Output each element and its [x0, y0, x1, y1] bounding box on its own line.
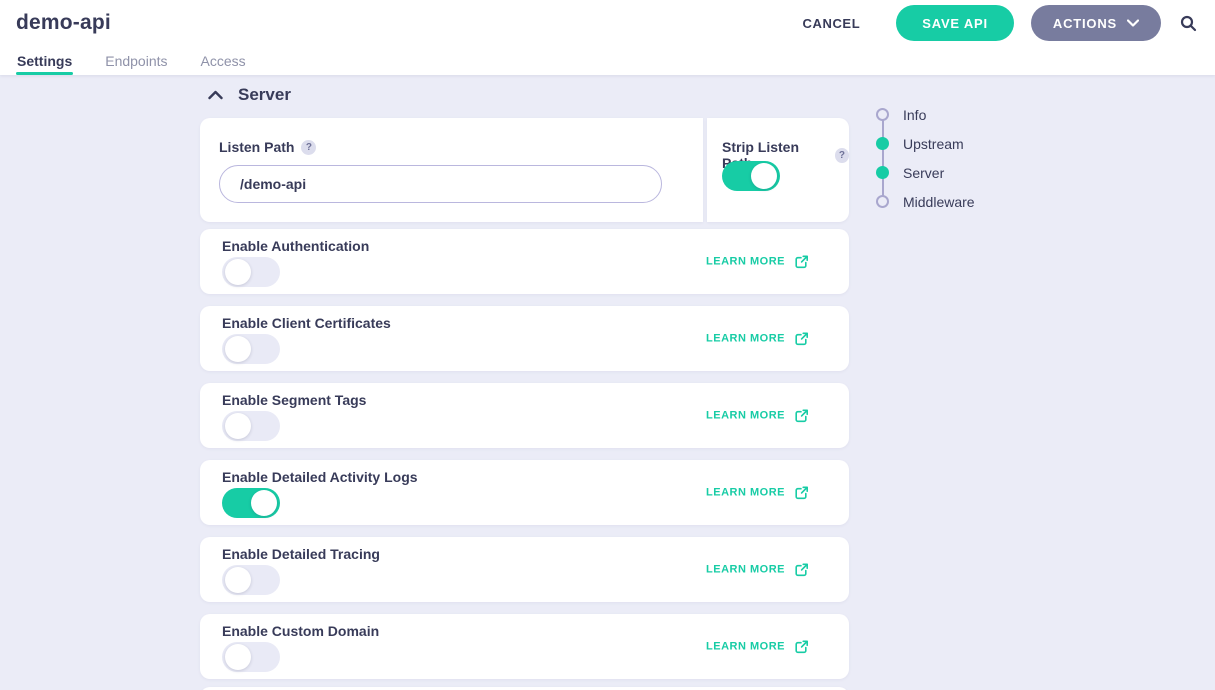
- toggle-switch-2[interactable]: [222, 411, 280, 441]
- stepper-item-upstream[interactable]: Upstream: [876, 129, 1056, 158]
- stepper-dot-icon: [876, 137, 889, 150]
- toggle-knob: [225, 336, 251, 362]
- cancel-button[interactable]: CANCEL: [802, 16, 860, 31]
- toggle-row: Enable Custom Domain LEARN MORE: [200, 614, 849, 679]
- toggle-row: Enable Segment Tags LEARN MORE: [200, 383, 849, 448]
- learn-more-link[interactable]: LEARN MORE: [706, 254, 809, 269]
- active-tab-underline: [16, 72, 73, 75]
- learn-more-link[interactable]: LEARN MORE: [706, 408, 809, 423]
- toggle-knob: [251, 490, 277, 516]
- question-mark-icon[interactable]: ?: [835, 148, 849, 163]
- header: demo-api CANCEL SAVE API ACTIONS: [0, 0, 1215, 46]
- external-link-icon: [794, 485, 809, 500]
- learn-more-label: LEARN MORE: [706, 487, 785, 499]
- stepper-item-label: Server: [903, 165, 944, 181]
- toggle-row-label: Enable Detailed Tracing: [222, 546, 380, 562]
- toggle-knob: [225, 644, 251, 670]
- external-link-icon: [794, 254, 809, 269]
- learn-more-link[interactable]: LEARN MORE: [706, 485, 809, 500]
- external-link-icon: [794, 408, 809, 423]
- stepper-item-label: Info: [903, 107, 926, 123]
- section-title: Server: [238, 85, 291, 105]
- toggle-row-label: Enable Client Certificates: [222, 315, 391, 331]
- toggle-row-label: Enable Custom Domain: [222, 623, 379, 639]
- listen-path-label-text: Listen Path: [219, 139, 294, 155]
- learn-more-label: LEARN MORE: [706, 641, 785, 653]
- toggle-knob: [225, 413, 251, 439]
- listen-path-card: Listen Path ? Strip Listen Path ?: [200, 118, 849, 222]
- search-button[interactable]: [1180, 15, 1197, 32]
- learn-more-label: LEARN MORE: [706, 410, 785, 422]
- toggle-switch-0[interactable]: [222, 257, 280, 287]
- listen-path-input[interactable]: [219, 165, 662, 203]
- header-actions: CANCEL SAVE API ACTIONS: [802, 5, 1197, 41]
- search-icon: [1180, 15, 1197, 32]
- server-section-header[interactable]: Server: [208, 85, 291, 105]
- learn-more-label: LEARN MORE: [706, 333, 785, 345]
- stepper-dot-icon: [876, 166, 889, 179]
- stepper-item-server[interactable]: Server: [876, 158, 1056, 187]
- learn-more-label: LEARN MORE: [706, 564, 785, 576]
- tab-access-label: Access: [201, 53, 246, 69]
- toggle-row-label: Enable Authentication: [222, 238, 369, 254]
- toggle-knob: [751, 163, 777, 189]
- toggle-switch-3[interactable]: [222, 488, 280, 518]
- settings-content: Server Listen Path ? Strip Listen Path ?: [0, 75, 1215, 690]
- tab-access[interactable]: Access: [200, 46, 247, 75]
- learn-more-link[interactable]: LEARN MORE: [706, 639, 809, 654]
- learn-more-link[interactable]: LEARN MORE: [706, 562, 809, 577]
- toggle-rows: Enable Authentication LEARN MORE Enable …: [200, 229, 849, 690]
- stepper-item-label: Upstream: [903, 136, 964, 152]
- listen-path-label: Listen Path ?: [219, 139, 316, 155]
- tab-settings-label: Settings: [17, 53, 72, 69]
- listen-path-panel: Listen Path ?: [200, 118, 703, 222]
- chevron-up-icon: [208, 90, 223, 100]
- strip-listen-path-toggle[interactable]: [722, 161, 780, 191]
- stepper-dot-icon: [876, 195, 889, 208]
- toggle-row-label: Enable Detailed Activity Logs: [222, 469, 418, 485]
- tab-endpoints[interactable]: Endpoints: [104, 46, 168, 75]
- toggle-switch-1[interactable]: [222, 334, 280, 364]
- question-mark-icon[interactable]: ?: [301, 140, 316, 155]
- learn-more-link[interactable]: LEARN MORE: [706, 331, 809, 346]
- strip-listen-path-panel: Strip Listen Path ?: [707, 118, 849, 222]
- external-link-icon: [794, 331, 809, 346]
- stepper-item-label: Middleware: [903, 194, 975, 210]
- stepper-dot-icon: [876, 108, 889, 121]
- toggle-knob: [225, 567, 251, 593]
- actions-button[interactable]: ACTIONS: [1031, 5, 1161, 41]
- toggle-row: Enable Detailed Activity Logs LEARN MORE: [200, 460, 849, 525]
- toggle-knob: [225, 259, 251, 285]
- toggle-row: Enable Authentication LEARN MORE: [200, 229, 849, 294]
- learn-more-label: LEARN MORE: [706, 256, 785, 268]
- page-title: demo-api: [16, 11, 111, 35]
- tab-bar: Settings Endpoints Access: [0, 46, 1215, 75]
- toggle-row: Enable Client Certificates LEARN MORE: [200, 306, 849, 371]
- api-designer-page: demo-api CANCEL SAVE API ACTIONS Setting…: [0, 0, 1215, 690]
- tab-endpoints-label: Endpoints: [105, 53, 167, 69]
- stepper-item-info[interactable]: Info: [876, 100, 1056, 129]
- section-stepper: Info Upstream Server Middleware: [876, 100, 1056, 216]
- chevron-down-icon: [1127, 19, 1139, 27]
- toggle-switch-4[interactable]: [222, 565, 280, 595]
- stepper-item-middleware[interactable]: Middleware: [876, 187, 1056, 216]
- save-api-button[interactable]: SAVE API: [896, 5, 1014, 41]
- actions-button-label: ACTIONS: [1053, 16, 1117, 31]
- toggle-switch-5[interactable]: [222, 642, 280, 672]
- external-link-icon: [794, 639, 809, 654]
- external-link-icon: [794, 562, 809, 577]
- tab-settings[interactable]: Settings: [16, 46, 73, 75]
- toggle-row-label: Enable Segment Tags: [222, 392, 366, 408]
- toggle-row: Enable Detailed Tracing LEARN MORE: [200, 537, 849, 602]
